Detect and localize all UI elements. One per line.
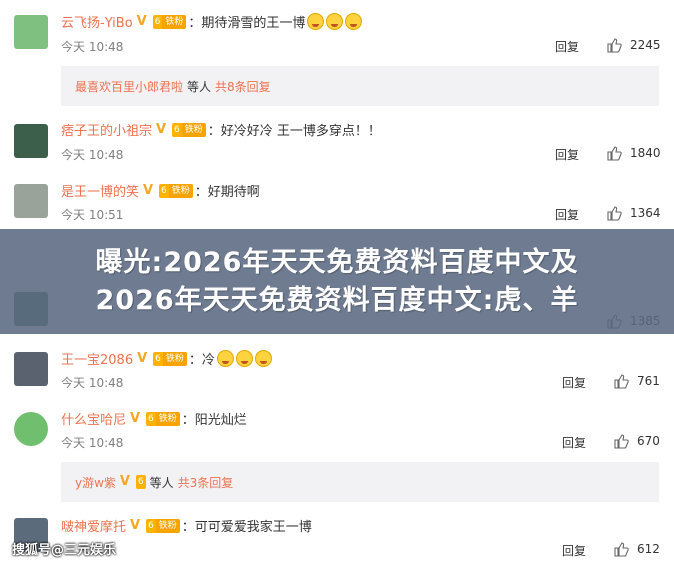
reply-button[interactable]: 回复: [555, 206, 579, 223]
fan-badge: 6 铁粉: [172, 122, 206, 137]
headline-line-1: 曝光:2026年天天免费资料百度中文及: [95, 246, 579, 278]
thumbs-up-icon: [614, 434, 629, 449]
comment-text: 期待滑雪的王一博: [201, 16, 306, 31]
avatar[interactable]: [14, 352, 48, 386]
comment-username[interactable]: 云飞扬-YiBo: [61, 12, 133, 31]
avatar[interactable]: [14, 184, 48, 218]
comment-time: 今天 10:51: [61, 208, 124, 222]
verified-v-icon: V: [143, 182, 154, 198]
subreply-summary[interactable]: y游w紫 V 6 等人 共3条回复: [61, 462, 659, 502]
subreply-user[interactable]: 最喜欢百里小郎君啦: [75, 78, 183, 95]
emoji-icon: [326, 13, 344, 30]
avatar[interactable]: [14, 124, 48, 158]
verified-v-icon: V: [156, 121, 167, 137]
like-button[interactable]: 1364: [606, 205, 661, 221]
subreply-user[interactable]: y游w紫: [75, 474, 116, 491]
verified-v-icon: V: [136, 13, 147, 29]
verified-v-icon: V: [137, 350, 148, 366]
like-button[interactable]: 2245: [606, 37, 661, 53]
comment-text: 好期待啊: [207, 185, 260, 200]
comment-text: 阳光灿烂: [194, 413, 247, 428]
avatar[interactable]: [14, 412, 48, 446]
comment-text: 好冷好冷 王一博多穿点！！: [220, 124, 381, 139]
subreply-count-link[interactable]: 共3条回复: [178, 474, 234, 491]
reply-button[interactable]: 回复: [562, 434, 586, 451]
headline-banner: 曝光:2026年天天免费资料百度中文及 2026年天天免费资料百度中文:虎、羊: [0, 229, 674, 334]
reply-button[interactable]: 回复: [562, 374, 586, 391]
reply-button[interactable]: 回复: [555, 38, 579, 55]
like-button[interactable]: 761: [613, 373, 660, 389]
comment-time: 今天 10:48: [61, 148, 124, 162]
like-button[interactable]: 612: [613, 541, 660, 557]
thumbs-up-icon: [607, 38, 622, 53]
fan-badge: 6 铁粉: [159, 183, 193, 198]
emoji-icon: [254, 350, 272, 367]
like-button[interactable]: 1840: [606, 145, 661, 161]
emoji-icon: [307, 13, 325, 30]
fan-badge: 6 铁粉: [152, 14, 187, 29]
comment-username[interactable]: 王一宝2086: [61, 349, 133, 368]
comment-username[interactable]: 什么宝哈尼: [61, 409, 126, 428]
fan-badge: 6: [135, 475, 146, 489]
fan-badge: 6 铁粉: [146, 411, 180, 426]
like-count: 1840: [630, 146, 661, 160]
like-count: 612: [637, 542, 660, 556]
subreply-count-link[interactable]: 共8条回复: [215, 78, 271, 95]
comment-time: 今天 10:48: [61, 376, 124, 390]
comment-text: 可可爱爱我家王一博: [194, 520, 312, 535]
thumbs-up-icon: [614, 374, 629, 389]
reply-button[interactable]: 回复: [562, 542, 586, 559]
comment-username[interactable]: 是王一博的笑: [61, 181, 139, 200]
thumbs-up-icon: [607, 206, 622, 221]
comment-time: 今天 10:48: [61, 40, 124, 54]
verified-v-icon: V: [119, 474, 130, 489]
comment-text: 冷: [201, 353, 215, 368]
like-count: 761: [637, 374, 660, 388]
verified-v-icon: V: [130, 410, 141, 426]
comment-username[interactable]: 痞子王的小祖宗: [61, 120, 152, 139]
emoji-icon: [216, 350, 234, 367]
verified-v-icon: V: [130, 517, 141, 533]
reply-button[interactable]: 回复: [555, 146, 579, 163]
like-count: 2245: [630, 38, 661, 52]
emoji-icon: [345, 13, 363, 30]
like-count: 1364: [630, 206, 661, 220]
comment-username[interactable]: 啵神爱摩托: [61, 516, 126, 535]
thumbs-up-icon: [614, 542, 629, 557]
fan-badge: 6 铁粉: [153, 351, 187, 366]
emoji-icon: [235, 350, 253, 367]
like-count: 670: [637, 434, 660, 448]
thumbs-up-icon: [607, 146, 622, 161]
avatar[interactable]: [14, 15, 48, 49]
comment-time: 今天 10:48: [61, 436, 124, 450]
fan-badge: 6 铁粉: [146, 518, 180, 533]
watermark: 搜狐号@三元娱乐: [12, 543, 117, 558]
headline-line-2: 2026年天天免费资料百度中文:虎、羊: [95, 284, 579, 316]
like-button[interactable]: 670: [613, 433, 660, 449]
subreply-summary[interactable]: 最喜欢百里小郎君啦 等人 共8条回复: [61, 66, 659, 106]
